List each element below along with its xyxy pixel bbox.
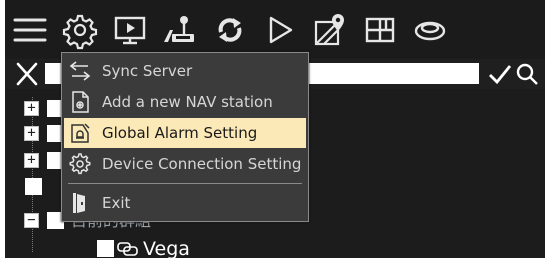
tree-connector-line [32,97,34,252]
check-icon [489,65,512,85]
monitor-play-icon[interactable] [110,10,150,50]
menu-item-add-nav-station[interactable]: Add a new NAV station [64,87,306,117]
tree-expand-button[interactable]: + [24,101,39,116]
grid-layout-icon[interactable] [360,10,400,50]
map-pin-icon[interactable] [310,10,350,50]
gear-icon [68,152,92,176]
clear-search-button[interactable] [12,61,42,87]
menu-icon[interactable] [10,10,50,50]
menu-item-label: Global Alarm Setting [102,124,258,142]
app-window: + + + − 目前的群組 Vega Sync Server Add a new [5,0,545,258]
main-toolbar [5,0,545,58]
tree-collapse-button[interactable]: − [24,213,39,228]
menu-item-label: Add a new NAV station [102,93,273,111]
search-icon [516,63,538,85]
close-icon [16,62,38,86]
menu-item-sync-server[interactable]: Sync Server [64,56,306,86]
vega-checkbox[interactable] [97,240,114,257]
gear-icon[interactable] [60,10,100,50]
menu-separator [68,183,302,184]
play-icon[interactable] [260,10,300,50]
joystick-icon[interactable] [160,10,200,50]
document-add-icon [68,90,92,114]
camera-group-icon [117,242,138,256]
tree-item-label: Vega [143,238,190,258]
menu-item-label: Device Connection Setting [102,155,302,173]
exit-door-icon [68,191,92,215]
menu-item-device-connection-setting[interactable]: Device Connection Setting [64,149,306,179]
tree-expand-button[interactable]: + [24,126,39,141]
menu-item-exit[interactable]: Exit [64,188,306,218]
menu-item-label: Exit [102,194,131,212]
disc-icon[interactable] [410,10,450,50]
sync-icon [68,59,92,83]
alarm-setting-icon [68,121,92,145]
confirm-search-button[interactable] [487,62,513,86]
search-button[interactable] [514,62,540,86]
sync-arrows-icon[interactable] [210,10,250,50]
tree-node-checkbox[interactable] [25,178,42,195]
settings-dropdown-menu: Sync Server Add a new NAV station Global… [61,52,309,222]
tree-item-vega[interactable]: Vega [97,236,297,258]
menu-item-label: Sync Server [102,62,193,80]
tree-expand-button[interactable]: + [24,153,39,168]
menu-item-global-alarm-setting[interactable]: Global Alarm Setting [64,118,306,148]
